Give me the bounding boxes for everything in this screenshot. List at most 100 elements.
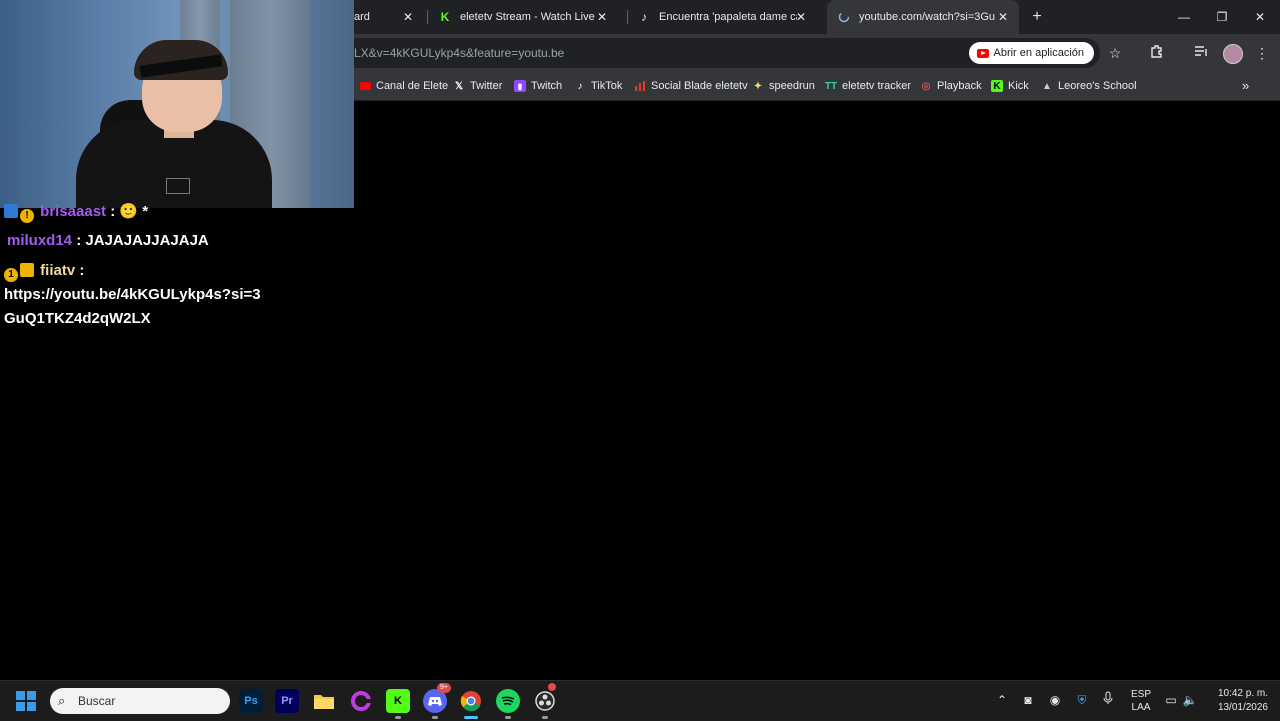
tiktok-icon: ♪: [577, 80, 583, 92]
chat-username: fiiatv: [40, 262, 76, 279]
more-bookmarks-icon[interactable]: »: [1242, 78, 1249, 93]
active-app-indicator: [464, 716, 478, 719]
security-shield-icon[interactable]: ⛨: [1073, 691, 1091, 709]
tab-title: youtube.com/watch?si=3GuQ1: [859, 11, 995, 23]
tab-3-active[interactable]: youtube.com/watch?si=3GuQ1 ✕: [827, 0, 1019, 34]
obs-icon[interactable]: [533, 689, 557, 713]
chat-separator: :: [106, 203, 120, 220]
bookmark-label: speedrun: [769, 80, 815, 92]
kick-icon: K: [991, 80, 1003, 92]
open-in-app-button[interactable]: Abrir en aplicación: [968, 42, 1094, 64]
network-icon[interactable]: ▭: [1162, 691, 1180, 709]
app-label: K: [394, 695, 402, 707]
close-tab-icon[interactable]: ✕: [594, 9, 610, 25]
chat-separator: :: [75, 262, 85, 279]
tab-title: Encuentra 'papaleta dame carii: [659, 11, 797, 23]
chat-message: miluxd14 : JAJAJAJJAJAJA: [7, 232, 209, 249]
steam-tray-icon[interactable]: ◉: [1046, 691, 1064, 709]
bookmark-label: TikTok: [591, 80, 623, 92]
close-tab-icon[interactable]: ✕: [793, 9, 809, 25]
bookmark-eletetv-tracker[interactable]: TT eletetv tracker: [825, 72, 911, 100]
premiere-icon[interactable]: Pr: [275, 689, 299, 713]
bookmark-kick[interactable]: K Kick: [991, 72, 1029, 100]
chat-separator: :: [72, 232, 86, 249]
bookmark-star-icon[interactable]: ☆: [1105, 43, 1125, 63]
running-indicator: [542, 716, 548, 719]
x-icon: 𝕏: [454, 80, 464, 92]
taskbar-search[interactable]: ⌕ Buscar: [50, 688, 230, 714]
windows-taskbar: ⌕ Buscar Ps Pr K 9+ ⌃ ◙ ◉ ⛨ ESP LAA ▭ 🔈 …: [0, 680, 1280, 721]
bookmark-playback[interactable]: ◎ Playback: [920, 72, 982, 100]
running-indicator: [432, 716, 438, 719]
tab-2[interactable]: ♪ Encuentra 'papaleta dame carii ✕: [637, 0, 817, 34]
youtube-icon: [360, 82, 371, 90]
new-tab-button[interactable]: +: [1028, 8, 1046, 26]
socialblade-icon: [634, 80, 646, 92]
bookmark-twitch[interactable]: ▮ Twitch: [514, 72, 562, 100]
microphone-icon[interactable]: [1099, 691, 1117, 709]
restore-icon[interactable]: ❐: [1210, 6, 1234, 28]
minimize-icon[interactable]: —: [1172, 6, 1196, 28]
running-indicator: [505, 716, 511, 719]
app-label: Ps: [244, 695, 258, 707]
media-control-icon[interactable]: [1191, 43, 1211, 63]
bookmark-label: Twitter: [470, 80, 503, 92]
chat-link-text: https://youtu.be/4kKGULykp4s?si=3GuQ1TKZ…: [4, 286, 261, 327]
running-indicator: [395, 716, 401, 719]
chat-username: brisaaast: [40, 203, 107, 220]
tab-title: eletetv Stream - Watch Live on: [460, 11, 596, 23]
tracker-icon: TT: [824, 80, 838, 92]
kick-app-icon[interactable]: K: [386, 689, 410, 713]
bookmark-label: Twitch: [531, 80, 563, 92]
url-text[interactable]: LX&v=4kKGULykp4s&feature=youtu.be: [354, 38, 564, 68]
chat-text: 🙂 *: [119, 203, 149, 220]
keyboard-layout: LAA: [1131, 702, 1151, 713]
close-window-icon[interactable]: ✕: [1248, 6, 1272, 28]
crown-badge-icon: [20, 263, 34, 277]
bookmark-label: eletetv tracker: [842, 80, 912, 92]
bookmark-label: Leoreo's School: [1058, 80, 1137, 92]
tab-1[interactable]: K eletetv Stream - Watch Live on ✕: [438, 0, 618, 34]
open-in-app-label: Abrir en aplicación: [993, 47, 1085, 59]
chrome-icon[interactable]: [459, 689, 483, 713]
tab-0[interactable]: ard ✕: [354, 0, 424, 34]
file-explorer-icon[interactable]: [312, 689, 336, 713]
show-hidden-icons-chevron-icon[interactable]: ⌃: [993, 691, 1011, 709]
discord-notification-badge: 9+: [437, 683, 451, 693]
bookmark-speedrun[interactable]: ✦ speedrun: [752, 72, 815, 100]
chat-message: 1 fiiatv :: [4, 262, 84, 282]
bookmark-label: Social Blade eletetv: [651, 80, 748, 92]
input-language-indicator[interactable]: ESP LAA: [1128, 688, 1154, 714]
app-label: Pr: [281, 695, 293, 707]
close-tab-icon[interactable]: ✕: [400, 9, 416, 25]
canva-icon[interactable]: [349, 689, 373, 713]
spotify-icon[interactable]: [496, 689, 520, 713]
obs-recording-dot: [548, 683, 556, 691]
address-bar[interactable]: LX&v=4kKGULykp4s&feature=youtu.be Abrir …: [340, 38, 1100, 68]
bookmark-twitter[interactable]: 𝕏 Twitter: [453, 72, 502, 100]
bookmark-canal-de-elete[interactable]: Canal de Elete: [360, 72, 448, 100]
playback-icon: ◎: [921, 80, 931, 92]
volume-icon[interactable]: 🔈: [1181, 691, 1199, 709]
profile-avatar[interactable]: [1223, 44, 1243, 64]
search-placeholder: Buscar: [78, 694, 116, 708]
chat-text: JAJAJAJJAJAJA: [85, 232, 209, 249]
bookmark-label: Canal de Elete: [376, 80, 449, 92]
twitch-icon: ▮: [514, 80, 526, 92]
loading-icon: [837, 10, 851, 24]
bookmark-social-blade[interactable]: Social Blade eletetv: [634, 72, 748, 100]
webcam-overlay: [0, 0, 354, 208]
close-tab-icon[interactable]: ✕: [995, 9, 1011, 25]
shirt-logo: [166, 178, 190, 194]
bookmark-tiktok[interactable]: ♪ TikTok: [574, 72, 623, 100]
tiktok-icon: ♪: [641, 10, 647, 24]
system-clock[interactable]: 10:42 p. m. 13/01/2026: [1200, 687, 1268, 715]
discord-tray-icon[interactable]: ◙: [1019, 691, 1037, 709]
bookmark-leoreos-school[interactable]: ▲ Leoreo's School: [1041, 72, 1137, 100]
menu-kebab-icon[interactable]: ⋮: [1252, 43, 1272, 63]
photoshop-icon[interactable]: Ps: [239, 689, 263, 713]
clock-time: 10:42 p. m.: [1217, 688, 1268, 699]
extensions-icon[interactable]: [1147, 43, 1167, 63]
windows-start-icon[interactable]: [16, 691, 36, 711]
kick-icon: K: [440, 10, 450, 24]
